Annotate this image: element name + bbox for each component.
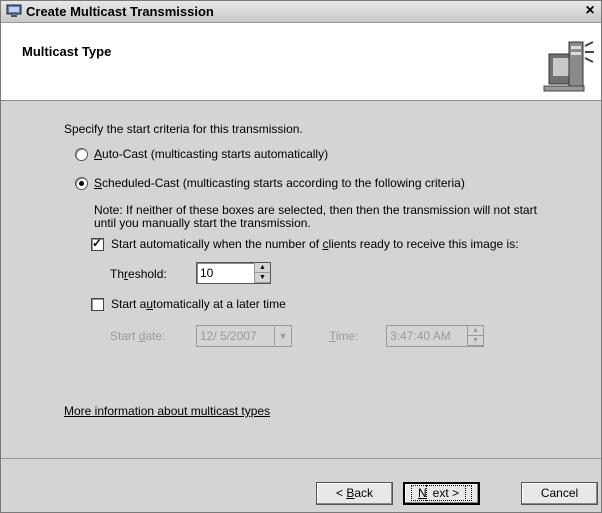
spin-up-icon[interactable]: ▲ [468, 326, 483, 336]
label-text: ate: [145, 329, 166, 343]
page-title: Multicast Type [22, 44, 112, 59]
time-value: 3:47:40 AM [390, 329, 451, 343]
accel-key: S [94, 176, 103, 190]
later-time-checkbox[interactable] [91, 298, 104, 311]
start-date-picker[interactable]: 12/ 5/2007 ▼ [196, 325, 292, 347]
scheduled-cast-radio[interactable] [75, 177, 88, 190]
spin-up-icon[interactable]: ▲ [255, 263, 270, 273]
label-text: eshold: [128, 267, 167, 281]
wizard-window: Create Multicast Transmission × Multicas… [0, 0, 602, 513]
time-stepper[interactable]: 3:47:40 AM ▲ ▼ [386, 325, 484, 347]
accel-key: A [94, 147, 103, 161]
chevron-down-icon[interactable]: ▼ [274, 326, 291, 346]
intro-text: Specify the start criteria for this tran… [64, 122, 303, 136]
note-text-line1: Note: If neither of these boxes are sele… [94, 203, 537, 217]
threshold-label: Threshold: [110, 267, 167, 281]
footer-divider [1, 458, 601, 459]
clients-ready-checkbox[interactable]: ✓ [91, 236, 104, 251]
spin-buttons[interactable]: ▲ ▼ [254, 263, 270, 283]
label-text: Start automatically when the number of [111, 237, 323, 251]
server-multicast-icon [543, 41, 594, 92]
auto-cast-radio[interactable] [75, 148, 88, 161]
label-text: Start [110, 329, 139, 343]
label-text: < [335, 486, 347, 500]
note-text-line2: until you manually start the transmissio… [94, 216, 311, 230]
scheduled-cast-label[interactable]: Scheduled-Cast (multicasting starts acco… [94, 176, 465, 190]
label-text: tomatically at a later time [153, 297, 286, 311]
label-text: cheduled-Cast (multicasting starts accor… [102, 176, 465, 190]
clients-ready-label[interactable]: Start automatically when the number of c… [111, 237, 519, 251]
label-text: ext > [425, 485, 467, 501]
label-text: Start a [111, 297, 147, 311]
accel-key: T [329, 329, 336, 343]
wizard-content: Specify the start criteria for this tran… [1, 101, 601, 457]
cancel-button[interactable]: Cancel [521, 482, 598, 505]
radio-selected-dot [79, 181, 84, 186]
next-button[interactable]: Next > [403, 482, 480, 505]
label-text: uto-Cast (multicasting starts automatica… [102, 147, 329, 161]
checkmark-icon: ✓ [92, 236, 103, 250]
wizard-header: Multicast Type [1, 23, 601, 101]
accel-key: N [417, 486, 427, 500]
threshold-value[interactable]: 10 [200, 266, 213, 280]
back-button[interactable]: < Back [316, 482, 393, 505]
start-date-value: 12/ 5/2007 [200, 329, 257, 343]
more-info-link[interactable]: More information about multicast types [64, 404, 270, 418]
spin-down-icon[interactable]: ▼ [468, 336, 483, 346]
start-date-label: Start date: [110, 329, 165, 343]
label-text: lients ready to receive this image is: [328, 237, 519, 251]
threshold-stepper[interactable]: 10 ▲ ▼ [196, 262, 271, 284]
label-text: ime: [335, 329, 359, 343]
next-label: Next > [410, 485, 473, 501]
close-button[interactable]: × [581, 2, 599, 20]
title-bar[interactable]: Create Multicast Transmission × [1, 1, 601, 23]
spin-down-icon[interactable]: ▼ [255, 273, 270, 283]
label-text: ack [354, 486, 374, 500]
window-title: Create Multicast Transmission [26, 4, 214, 19]
computer-icon [6, 4, 22, 17]
spin-buttons[interactable]: ▲ ▼ [467, 326, 483, 346]
label-text: Th [110, 267, 125, 281]
later-time-label[interactable]: Start automatically at a later time [111, 297, 286, 311]
auto-cast-label[interactable]: Auto-Cast (multicasting starts automatic… [94, 147, 328, 161]
time-label: Time: [329, 329, 359, 343]
